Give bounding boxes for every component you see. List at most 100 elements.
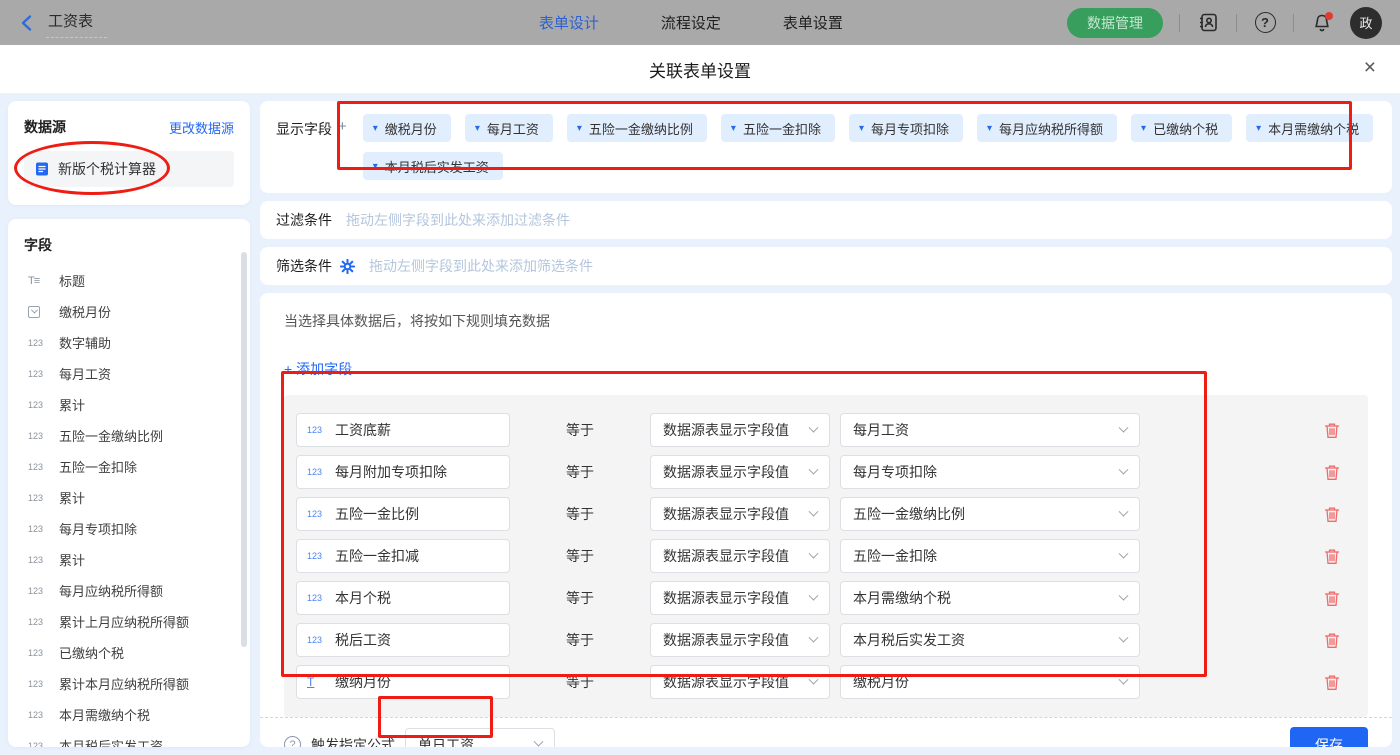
modal-title: 关联表单设置 bbox=[649, 57, 751, 82]
delete-row-icon[interactable] bbox=[1324, 590, 1340, 607]
field-list-item[interactable]: 累计上月应纳税所得额 bbox=[24, 606, 250, 637]
chip-label: 本月税后实发工资 bbox=[385, 157, 489, 176]
divider bbox=[1293, 14, 1294, 32]
field-type-icon bbox=[307, 467, 327, 477]
delete-row-icon[interactable] bbox=[1324, 422, 1340, 439]
scrollbar-thumb[interactable] bbox=[241, 252, 247, 647]
gear-icon[interactable] bbox=[340, 259, 355, 274]
field-list-item[interactable]: 已缴纳个税 bbox=[24, 637, 250, 668]
delete-row-icon[interactable] bbox=[1324, 506, 1340, 523]
delete-row-icon[interactable] bbox=[1324, 464, 1340, 481]
display-field-chip[interactable]: ▾ 每月应纳税所得额 bbox=[977, 114, 1117, 142]
field-label: 每月工资 bbox=[59, 364, 111, 383]
source-field-select[interactable]: 缴税月份 bbox=[840, 665, 1140, 699]
display-field-chip[interactable]: ▾ 缴税月份 bbox=[363, 114, 451, 142]
field-list-item[interactable]: 每月工资 bbox=[24, 358, 250, 389]
chevron-down-icon bbox=[809, 464, 819, 474]
source-type-select[interactable]: 数据源表显示字段值 bbox=[650, 497, 830, 531]
field-list-item[interactable]: 五险一金缴纳比例 bbox=[24, 420, 250, 451]
field-list-item[interactable]: 本月税后实发工资 bbox=[24, 730, 250, 747]
source-type-select[interactable]: 数据源表显示字段值 bbox=[650, 623, 830, 657]
source-field-select[interactable]: 五险一金缴纳比例 bbox=[840, 497, 1140, 531]
field-list-item[interactable]: 累计 bbox=[24, 544, 250, 575]
screening-condition-dropzone[interactable]: 拖动左侧字段到此处来添加筛选条件 bbox=[369, 256, 593, 276]
display-field-chip[interactable]: ▾ 五险一金缴纳比例 bbox=[567, 114, 707, 142]
field-label: 缴税月份 bbox=[59, 302, 111, 321]
help-icon[interactable]: ? bbox=[1253, 11, 1277, 35]
save-button[interactable]: 保存 bbox=[1290, 727, 1368, 748]
form-document-icon bbox=[34, 161, 50, 177]
field-type-icon bbox=[28, 493, 50, 503]
field-list-item[interactable]: 累计本月应纳税所得额 bbox=[24, 668, 250, 699]
add-display-field-icon[interactable]: + bbox=[338, 114, 347, 135]
notification-bell-icon[interactable] bbox=[1310, 11, 1334, 35]
chip-label: 每月工资 bbox=[487, 119, 539, 138]
mapping-field-chip[interactable]: 每月附加专项扣除 bbox=[296, 455, 510, 489]
operator-label: 等于 bbox=[510, 672, 650, 692]
display-field-chip[interactable]: ▾ 每月专项扣除 bbox=[849, 114, 963, 142]
change-datasource-link[interactable]: 更改数据源 bbox=[169, 118, 234, 137]
display-field-chip[interactable]: ▾ 本月税后实发工资 bbox=[363, 152, 503, 180]
field-list-item[interactable]: 标题 bbox=[24, 265, 250, 296]
field-list-item[interactable]: 每月专项扣除 bbox=[24, 513, 250, 544]
mapping-field-chip[interactable]: 缴纳月份 bbox=[296, 665, 510, 699]
caret-down-icon: ▾ bbox=[1256, 123, 1261, 134]
mapping-field-chip[interactable]: 工资底薪 bbox=[296, 413, 510, 447]
caret-down-icon: ▾ bbox=[475, 123, 480, 134]
source-type-select[interactable]: 数据源表显示字段值 bbox=[650, 539, 830, 573]
operator-label: 等于 bbox=[510, 630, 650, 650]
add-field-link[interactable]: + 添加字段 bbox=[284, 359, 352, 379]
main-panel: 显示字段 + ▾ 缴税月份 ▾ 每月工资 bbox=[260, 101, 1392, 747]
field-list-item[interactable]: 五险一金扣除 bbox=[24, 451, 250, 482]
back-icon[interactable] bbox=[18, 14, 36, 32]
trigger-formula-select[interactable]: 单日工资 bbox=[405, 728, 555, 748]
source-field-select[interactable]: 本月税后实发工资 bbox=[840, 623, 1140, 657]
field-type-icon bbox=[28, 400, 50, 410]
source-type-select[interactable]: 数据源表显示字段值 bbox=[650, 455, 830, 489]
mapping-row: 五险一金扣减 等于 数据源表显示字段值 五险一金扣除 bbox=[296, 539, 1356, 573]
mapping-field-chip[interactable]: 税后工资 bbox=[296, 623, 510, 657]
chevron-down-icon bbox=[1119, 548, 1129, 558]
source-field-select[interactable]: 五险一金扣除 bbox=[840, 539, 1140, 573]
field-list-item[interactable]: 数字辅助 bbox=[24, 327, 250, 358]
help-circle-icon[interactable]: ? bbox=[284, 736, 301, 747]
filter-condition-label: 过滤条件 bbox=[276, 210, 332, 230]
field-list-item[interactable]: 每月应纳税所得额 bbox=[24, 575, 250, 606]
mapping-field-chip[interactable]: 本月个税 bbox=[296, 581, 510, 615]
tab-flow-settings[interactable]: 流程设定 bbox=[661, 12, 721, 33]
datasource-selected-item[interactable]: 新版个税计算器 bbox=[24, 151, 234, 187]
source-type-select[interactable]: 数据源表显示字段值 bbox=[650, 581, 830, 615]
tab-form-settings[interactable]: 表单设置 bbox=[783, 12, 843, 33]
mapping-field-chip[interactable]: 五险一金比例 bbox=[296, 497, 510, 531]
chevron-down-icon bbox=[1119, 590, 1129, 600]
source-field-select[interactable]: 每月专项扣除 bbox=[840, 455, 1140, 489]
field-type-icon bbox=[28, 306, 50, 318]
source-type-select[interactable]: 数据源表显示字段值 bbox=[650, 665, 830, 699]
source-type-select[interactable]: 数据源表显示字段值 bbox=[650, 413, 830, 447]
field-list-item[interactable]: 缴税月份 bbox=[24, 296, 250, 327]
chevron-down-icon bbox=[809, 632, 819, 642]
contacts-book-icon[interactable] bbox=[1196, 11, 1220, 35]
delete-row-icon[interactable] bbox=[1324, 548, 1340, 565]
display-field-chip[interactable]: ▾ 每月工资 bbox=[465, 114, 553, 142]
mapping-field-label: 五险一金比例 bbox=[335, 504, 419, 524]
close-icon[interactable]: × bbox=[1364, 57, 1376, 78]
field-list-item[interactable]: 累计 bbox=[24, 389, 250, 420]
field-type-icon bbox=[28, 648, 50, 658]
app-title: 工资表 bbox=[46, 8, 107, 38]
tab-form-design[interactable]: 表单设计 bbox=[539, 12, 599, 33]
data-manage-button[interactable]: 数据管理 bbox=[1067, 8, 1163, 38]
display-field-chip[interactable]: ▾ 已缴纳个税 bbox=[1131, 114, 1232, 142]
source-field-select[interactable]: 本月需缴纳个税 bbox=[840, 581, 1140, 615]
field-type-icon bbox=[28, 741, 50, 748]
mapping-field-chip[interactable]: 五险一金扣减 bbox=[296, 539, 510, 573]
filter-condition-dropzone[interactable]: 拖动左侧字段到此处来添加过滤条件 bbox=[346, 210, 570, 230]
field-list-item[interactable]: 累计 bbox=[24, 482, 250, 513]
source-field-select[interactable]: 每月工资 bbox=[840, 413, 1140, 447]
user-avatar[interactable]: 政 bbox=[1350, 7, 1382, 39]
delete-row-icon[interactable] bbox=[1324, 674, 1340, 691]
display-field-chip[interactable]: ▾ 本月需缴纳个税 bbox=[1246, 114, 1373, 142]
delete-row-icon[interactable] bbox=[1324, 632, 1340, 649]
field-list-item[interactable]: 本月需缴纳个税 bbox=[24, 699, 250, 730]
display-field-chip[interactable]: ▾ 五险一金扣除 bbox=[721, 114, 835, 142]
